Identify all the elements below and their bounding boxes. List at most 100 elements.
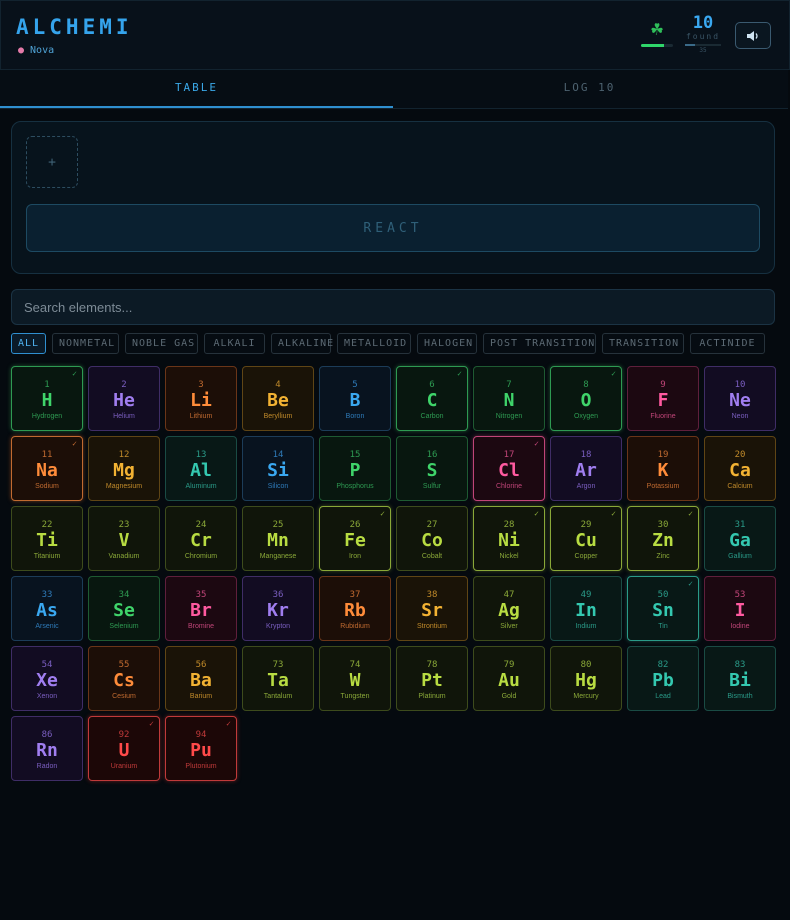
element-tile-in[interactable]: 49 In Indium xyxy=(550,576,622,641)
element-name: Chlorine xyxy=(495,483,523,490)
element-tile-o[interactable]: 8 O Oxygen ✓ xyxy=(550,366,622,431)
element-tile-ni[interactable]: 28 Ni Nickel ✓ xyxy=(473,506,545,571)
tab-log[interactable]: LOG 10 xyxy=(393,70,786,108)
filter-chip-noble-gas[interactable]: NOBLE GAS xyxy=(125,333,198,354)
atomic-number: 28 xyxy=(503,520,515,530)
filter-chip-alkaline[interactable]: ALKALINE xyxy=(271,333,333,354)
element-symbol: F xyxy=(657,390,669,411)
atomic-number: 14 xyxy=(272,450,284,460)
element-tile-ba[interactable]: 56 Ba Barium xyxy=(165,646,237,711)
element-tile-b[interactable]: 5 B Boron xyxy=(319,366,391,431)
element-symbol: Kr xyxy=(267,600,289,621)
element-tile-ar[interactable]: 18 Ar Argon xyxy=(550,436,622,501)
element-tile-ta[interactable]: 73 Ta Tantalum xyxy=(242,646,314,711)
filter-chip-post-transition[interactable]: POST TRANSITION xyxy=(483,333,596,354)
element-name: Mercury xyxy=(573,693,599,700)
element-tile-sr[interactable]: 38 Sr Strontium xyxy=(396,576,468,641)
element-tile-mg[interactable]: 12 Mg Magnesium xyxy=(88,436,160,501)
element-tile-pu[interactable]: 94 Pu Plutonium ✓ xyxy=(165,716,237,781)
atomic-number: 35 xyxy=(195,590,207,600)
found-counter: 10 found 35 xyxy=(684,14,722,55)
element-tile-hg[interactable]: 80 Hg Mercury xyxy=(550,646,622,711)
filter-chip-all[interactable]: ALL xyxy=(11,333,46,354)
element-symbol: He xyxy=(113,390,135,411)
element-tile-se[interactable]: 34 Se Selenium xyxy=(88,576,160,641)
element-tile-mn[interactable]: 25 Mn Manganese xyxy=(242,506,314,571)
element-tile-xe[interactable]: 54 Xe Xenon xyxy=(11,646,83,711)
element-tile-cs[interactable]: 55 Cs Cesium xyxy=(88,646,160,711)
element-tile-cr[interactable]: 24 Cr Chromium xyxy=(165,506,237,571)
element-tile-si[interactable]: 14 Si Silicon xyxy=(242,436,314,501)
atomic-number: 17 xyxy=(503,450,515,460)
element-name: Lead xyxy=(655,693,671,700)
atomic-number: 19 xyxy=(657,450,669,460)
element-tile-ag[interactable]: 47 Ag Silver xyxy=(473,576,545,641)
element-tile-au[interactable]: 79 Au Gold xyxy=(473,646,545,711)
element-tile-fe[interactable]: 26 Fe Iron ✓ xyxy=(319,506,391,571)
element-tile-he[interactable]: 2 He Helium xyxy=(88,366,160,431)
atomic-number: 16 xyxy=(426,450,438,460)
element-tile-al[interactable]: 13 Al Aluminum xyxy=(165,436,237,501)
element-tile-w[interactable]: 74 W Tungsten xyxy=(319,646,391,711)
element-name: Iron xyxy=(348,553,362,560)
filter-chip-alkali[interactable]: ALKALI xyxy=(204,333,265,354)
atomic-number: 1 xyxy=(44,380,50,390)
element-tile-h[interactable]: 1 H Hydrogen ✓ xyxy=(11,366,83,431)
element-tile-pt[interactable]: 78 Pt Platinum xyxy=(396,646,468,711)
element-tile-ga[interactable]: 31 Ga Gallium xyxy=(704,506,776,571)
element-tile-co[interactable]: 27 Co Cobalt xyxy=(396,506,468,571)
element-name: Vanadium xyxy=(108,553,140,560)
search-input[interactable] xyxy=(11,289,775,325)
element-symbol: Xe xyxy=(36,670,58,691)
element-tile-s[interactable]: 16 S Sulfur xyxy=(396,436,468,501)
element-tile-f[interactable]: 9 F Fluorine xyxy=(627,366,699,431)
atomic-number: 31 xyxy=(734,520,746,530)
element-grid: 1 H Hydrogen ✓ 2 He Helium 3 Li Lithium 4 Be Berylli… xyxy=(11,366,781,786)
element-tile-k[interactable]: 19 K Potassium xyxy=(627,436,699,501)
element-tile-br[interactable]: 35 Br Bromine xyxy=(165,576,237,641)
element-symbol: Br xyxy=(190,600,212,621)
element-tile-zn[interactable]: 30 Zn Zinc ✓ xyxy=(627,506,699,571)
filter-chip-actinide[interactable]: ACTINIDE xyxy=(690,333,765,354)
element-tile-ne[interactable]: 10 Ne Neon xyxy=(704,366,776,431)
element-tile-sn[interactable]: 50 Sn Tin ✓ xyxy=(627,576,699,641)
element-tile-be[interactable]: 4 Be Beryllium xyxy=(242,366,314,431)
element-symbol: V xyxy=(118,530,130,551)
element-tile-pb[interactable]: 82 Pb Lead xyxy=(627,646,699,711)
filter-chip-transition[interactable]: TRANSITION xyxy=(602,333,684,354)
element-tile-rn[interactable]: 86 Rn Radon xyxy=(11,716,83,781)
element-symbol: Cs xyxy=(113,670,135,691)
element-tile-cl[interactable]: 17 Cl Chlorine ✓ xyxy=(473,436,545,501)
element-tile-na[interactable]: 11 Na Sodium ✓ xyxy=(11,436,83,501)
atomic-number: 92 xyxy=(118,730,130,740)
element-tile-li[interactable]: 3 Li Lithium xyxy=(165,366,237,431)
reagent-slot[interactable]: + xyxy=(26,136,78,188)
element-tile-i[interactable]: 53 I Iodine xyxy=(704,576,776,641)
element-name: Sulfur xyxy=(422,483,442,490)
react-button[interactable]: REACT xyxy=(26,204,760,252)
tab-table[interactable]: TABLE xyxy=(0,70,393,108)
element-tile-c[interactable]: 6 C Carbon ✓ xyxy=(396,366,468,431)
element-tile-p[interactable]: 15 P Phosphorus xyxy=(319,436,391,501)
sound-toggle-button[interactable] xyxy=(735,22,771,49)
filter-chip-metalloid[interactable]: METALLOID xyxy=(337,333,411,354)
element-tile-ti[interactable]: 22 Ti Titanium xyxy=(11,506,83,571)
element-tile-bi[interactable]: 83 Bi Bismuth xyxy=(704,646,776,711)
element-name: Rubidium xyxy=(340,623,370,630)
element-tile-as[interactable]: 33 As Arsenic xyxy=(11,576,83,641)
element-tile-cu[interactable]: 29 Cu Copper ✓ xyxy=(550,506,622,571)
element-tile-u[interactable]: 92 U Uranium ✓ xyxy=(88,716,160,781)
found-check-icon: ✓ xyxy=(688,579,693,588)
element-tile-rb[interactable]: 37 Rb Rubidium xyxy=(319,576,391,641)
element-name: Potassium xyxy=(646,483,680,490)
atomic-number: 47 xyxy=(503,590,515,600)
element-tile-v[interactable]: 23 V Vanadium xyxy=(88,506,160,571)
filter-chip-nonmetal[interactable]: NONMETAL xyxy=(52,333,119,354)
element-tile-n[interactable]: 7 N Nitrogen xyxy=(473,366,545,431)
filter-chip-halogen[interactable]: HALOGEN xyxy=(417,333,477,354)
element-tile-kr[interactable]: 36 Kr Krypton xyxy=(242,576,314,641)
atomic-number: 82 xyxy=(657,660,669,670)
element-name: Titanium xyxy=(33,553,61,560)
element-symbol: B xyxy=(349,390,361,411)
element-tile-ca[interactable]: 20 Ca Calcium xyxy=(704,436,776,501)
